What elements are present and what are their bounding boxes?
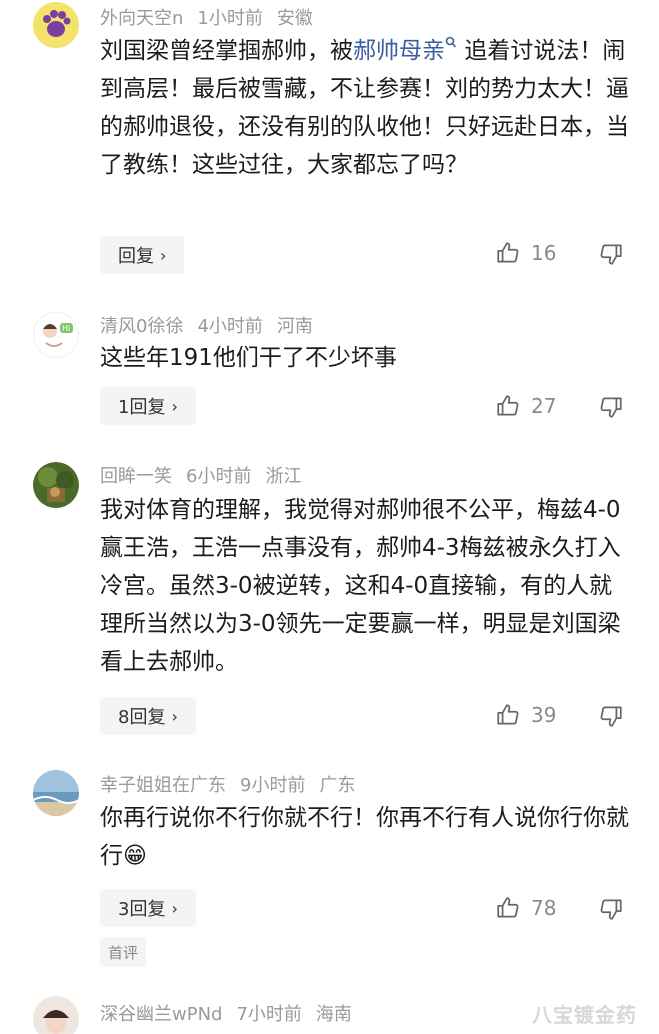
like-count: 16: [531, 241, 557, 265]
location: 浙江: [265, 466, 302, 487]
reply-button[interactable]: 1回复 ›: [100, 387, 196, 425]
location: 安徽: [276, 8, 313, 29]
avatar[interactable]: [33, 462, 79, 508]
thumbs-up-icon: [497, 395, 519, 416]
thumbs-up-icon: [497, 242, 519, 263]
thumbs-down-icon: [600, 244, 622, 265]
username[interactable]: 清风0徐徐: [100, 316, 183, 337]
chevron-right-icon: ›: [171, 898, 178, 918]
like-button[interactable]: 39: [495, 702, 556, 728]
comment-text: 你再行说你不行你就不行！你再不行有人说你行你就行😁: [100, 805, 629, 869]
thumbs-down-icon: [600, 706, 622, 727]
chevron-right-icon: ›: [171, 706, 178, 726]
location: 广东: [319, 775, 356, 796]
timestamp: 6小时前: [186, 466, 252, 487]
reply-button[interactable]: 3回复 ›: [100, 889, 196, 927]
username[interactable]: 深谷幽兰wPNd: [100, 1004, 222, 1025]
username[interactable]: 外向天空n: [100, 8, 183, 29]
thumbs-down-icon: [600, 397, 622, 418]
comment-meta: 回眸一笑 6小时前 浙江: [100, 462, 315, 488]
search-icon: [445, 36, 457, 48]
reply-button[interactable]: 8回复 ›: [100, 697, 196, 735]
avatar[interactable]: [33, 996, 79, 1034]
comment-text: 这些年191他们干了不少坏事: [100, 345, 397, 371]
comment-meta: 清风0徐徐 4小时前 河南: [100, 312, 327, 338]
grin-emoji-icon: 😁: [123, 843, 147, 869]
location: 海南: [315, 1004, 352, 1025]
chevron-right-icon: ›: [160, 245, 167, 265]
timestamp: 1小时前: [197, 8, 263, 29]
dislike-button[interactable]: [598, 703, 624, 733]
like-count: 78: [531, 896, 557, 920]
avatar[interactable]: Hi: [33, 312, 79, 358]
like-count: 27: [531, 394, 557, 418]
reply-button[interactable]: 回复 ›: [100, 236, 185, 274]
timestamp: 7小时前: [236, 1004, 302, 1025]
dislike-button[interactable]: [598, 241, 624, 271]
dislike-button[interactable]: [598, 394, 624, 424]
timestamp: 4小时前: [197, 316, 263, 337]
thumbs-up-icon: [497, 897, 519, 918]
svg-text:Hi: Hi: [62, 324, 70, 333]
watermark: 八宝镀金药: [532, 1003, 637, 1027]
chevron-right-icon: ›: [171, 396, 178, 416]
like-button[interactable]: 78: [495, 895, 556, 921]
comment-text: 刘国梁曾经掌掴郝帅，被郝帅母亲 追着讨说法！闹到高层！最后被雪藏，不让参赛！刘的…: [100, 36, 629, 178]
like-button[interactable]: 27: [495, 393, 556, 419]
comment-meta: 幸子姐姐在广东 9小时前 广东: [100, 771, 369, 797]
username[interactable]: 幸子姐姐在广东: [100, 775, 226, 796]
timestamp: 9小时前: [240, 775, 306, 796]
like-count: 39: [531, 703, 557, 727]
thumbs-up-icon: [497, 704, 519, 725]
comment-text: 我对体育的理解，我觉得对郝帅很不公平，梅兹4-0赢王浩，王浩一点事没有，郝帅4-…: [100, 497, 621, 675]
location: 河南: [276, 316, 313, 337]
comment-meta: 外向天空n 1小时前 安徽: [100, 4, 327, 30]
avatar[interactable]: [33, 770, 79, 816]
avatar[interactable]: [33, 2, 79, 48]
first-comment-badge: 首评: [100, 937, 147, 967]
username[interactable]: 回眸一笑: [100, 466, 172, 487]
dislike-button[interactable]: [598, 896, 624, 926]
thumbs-down-icon: [600, 899, 622, 920]
search-tag-link[interactable]: 郝帅母亲: [353, 36, 457, 64]
like-button[interactable]: 16: [495, 240, 556, 266]
comment-meta: 深谷幽兰wPNd 7小时前 海南: [100, 1000, 366, 1026]
